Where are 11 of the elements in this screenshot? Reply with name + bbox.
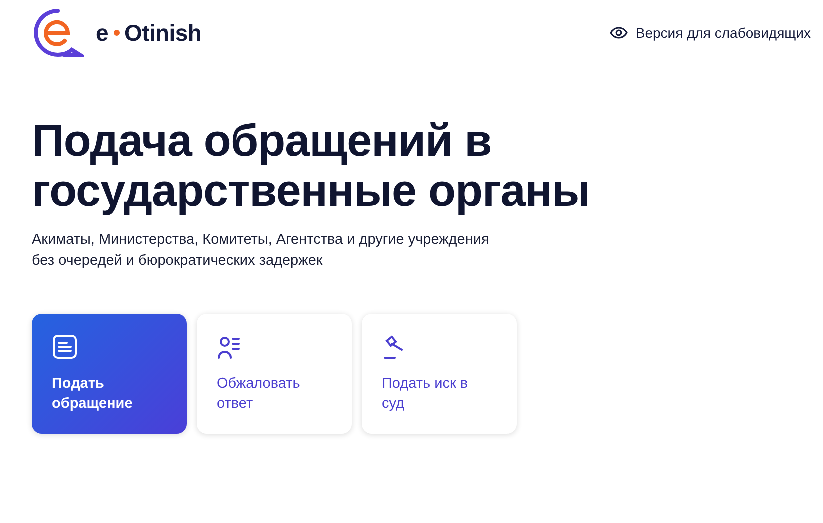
action-card[interactable]: Подать обращение [32, 314, 187, 434]
page-subtitle: Акиматы, Министерства, Комитеты, Агентства и другие учреждения без очередей и бюрократических задержек [32, 231, 490, 271]
logo-icon [32, 7, 84, 59]
document-icon [52, 334, 78, 360]
low-vision-version-link[interactable]: Версия для слабовидящих [610, 25, 811, 41]
eye-icon [610, 27, 628, 39]
logo-text: e Otinish [96, 20, 202, 46]
page-title: Подача обращений в государственные органы [32, 116, 591, 216]
action-card[interactable]: Обжаловать ответ [197, 314, 352, 434]
person-list-icon [217, 334, 243, 360]
action-card[interactable]: Подать иск в суд [362, 314, 517, 434]
